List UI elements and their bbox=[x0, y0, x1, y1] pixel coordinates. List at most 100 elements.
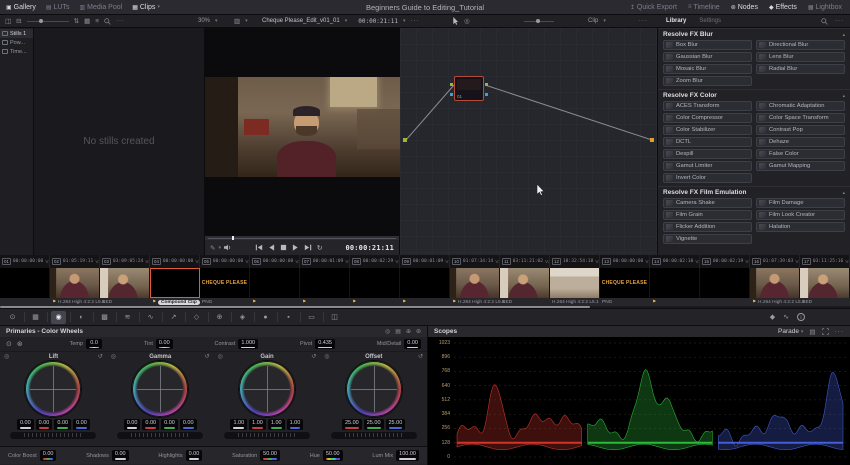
library-more-icon[interactable]: ··· bbox=[835, 15, 844, 27]
adjustment-value[interactable]: 1.000 bbox=[238, 338, 259, 350]
fx-item-invert-color[interactable]: Invert Color bbox=[663, 173, 752, 183]
fx-item-color-space-transform[interactable]: Color Space Transform bbox=[756, 113, 845, 123]
timeline-clip-15[interactable] bbox=[700, 268, 750, 298]
fx-item-box-blur[interactable]: Box Blur bbox=[663, 40, 752, 50]
adjustment-value[interactable]: 0.00 bbox=[404, 338, 421, 350]
viewer-timecode[interactable]: 00:00:21:11 bbox=[358, 18, 398, 25]
collapse-icon[interactable]: ▴ bbox=[843, 93, 845, 99]
fx-item-color-stabilizer[interactable]: Color Stabilizer bbox=[663, 125, 752, 135]
list-view-icon[interactable]: ≡ bbox=[95, 18, 99, 25]
auto-balance-icon[interactable]: ⊛ bbox=[17, 340, 23, 348]
album-stills-1[interactable]: Stills 1 bbox=[0, 29, 33, 38]
fx-item-despill[interactable]: Despill bbox=[663, 149, 752, 159]
search-icon[interactable] bbox=[104, 17, 111, 25]
wheel-value[interactable]: 0.00 bbox=[179, 419, 197, 430]
key-icon[interactable]: ▪ bbox=[281, 311, 296, 324]
still-size-slider[interactable] bbox=[26, 19, 69, 23]
jump-end-icon[interactable] bbox=[304, 244, 312, 251]
chevron-down-icon[interactable]: ▾ bbox=[345, 18, 348, 24]
adjustment-value[interactable]: 50.00 bbox=[260, 450, 280, 461]
album-time[interactable]: Time... bbox=[0, 47, 33, 56]
node-output-rgb-dot[interactable] bbox=[485, 83, 488, 86]
timeline-clip-11[interactable] bbox=[500, 268, 550, 298]
lift-master-wheel[interactable] bbox=[10, 431, 97, 439]
fx-item-film-look-creator[interactable]: Film Look Creator bbox=[756, 210, 845, 220]
keyframes-icon[interactable]: ◆ bbox=[770, 313, 775, 321]
sizing-icon[interactable]: ▭ bbox=[304, 311, 319, 324]
chevron-down-icon[interactable]: ▾ bbox=[218, 245, 221, 251]
panel-button-lightbox[interactable]: ▦ Lightbox bbox=[808, 4, 842, 11]
step-back-icon[interactable] bbox=[268, 244, 275, 251]
grid-view-icon[interactable]: ▦ bbox=[84, 17, 90, 25]
page-button-clips[interactable]: ▦ Clips ▾ bbox=[132, 4, 160, 11]
wheel-value[interactable]: 0.00 bbox=[142, 419, 160, 430]
rgb-mixer-icon[interactable]: ▩ bbox=[97, 311, 112, 324]
page-button-media-pool[interactable]: ▥ Media Pool bbox=[79, 4, 122, 11]
collapse-icon[interactable]: ▴ bbox=[843, 190, 845, 196]
motion-effects-icon[interactable]: ≋ bbox=[120, 311, 135, 324]
node-input-key-dot[interactable] bbox=[450, 93, 453, 96]
gallery-zoom[interactable]: 30% ▾ bbox=[198, 15, 218, 27]
timeline-clip-04[interactable] bbox=[150, 268, 200, 298]
node-input-rgb-dot[interactable] bbox=[450, 83, 453, 86]
viewer-panel[interactable] bbox=[205, 28, 400, 236]
power-windows-icon[interactable]: ◇ bbox=[189, 311, 204, 324]
corrector-node-01[interactable]: 01 bbox=[454, 76, 484, 101]
stereo-3d-icon[interactable]: ◫ bbox=[327, 311, 342, 324]
chevron-down-icon[interactable]: ▾ bbox=[403, 18, 406, 24]
page-button-luts[interactable]: ▤ LUTs bbox=[46, 4, 70, 11]
scope-more-icon[interactable]: ··· bbox=[835, 328, 845, 335]
wheel-value[interactable]: 0.00 bbox=[16, 419, 34, 430]
stop-icon[interactable] bbox=[280, 244, 287, 251]
adjustment-value[interactable]: 100.00 bbox=[396, 450, 419, 461]
tab-library[interactable]: Library bbox=[666, 18, 686, 24]
fx-item-lens-blur[interactable]: Lens Blur bbox=[756, 52, 845, 62]
wheel-value[interactable]: 1.00 bbox=[230, 419, 248, 430]
viewer-clip-name[interactable]: Cheque Please_Edit_v01_01 bbox=[262, 18, 340, 24]
fx-item-contrast-pop[interactable]: Contrast Pop bbox=[756, 125, 845, 135]
adjustment-value[interactable]: 0.435 bbox=[315, 338, 335, 350]
node-view-dropdown[interactable]: Clip ▾ ··· bbox=[588, 15, 648, 27]
fx-item-film-grain[interactable]: Film Grain bbox=[663, 210, 752, 220]
color-match-icon[interactable]: ▦ bbox=[28, 311, 43, 324]
gain-master-wheel[interactable] bbox=[223, 431, 310, 439]
magic-mask-icon[interactable]: ◈ bbox=[235, 311, 250, 324]
fx-item-gamut-limiter[interactable]: Gamut Limiter bbox=[663, 161, 752, 171]
panel-toggle-icon[interactable]: ◫ bbox=[5, 17, 11, 25]
wheel-value[interactable]: 1.00 bbox=[249, 419, 266, 430]
thumb-size-dropdown[interactable]: ▨ ▾ bbox=[234, 15, 248, 27]
album-pow[interactable]: Pow... bbox=[0, 38, 33, 47]
fx-item-mosaic-blur[interactable]: Mosaic Blur bbox=[663, 64, 752, 74]
play-icon[interactable] bbox=[292, 244, 299, 251]
scopes-icon[interactable]: ∿ bbox=[783, 313, 789, 321]
fx-item-color-compressor[interactable]: Color Compressor bbox=[663, 113, 752, 123]
speaker-icon[interactable] bbox=[223, 244, 232, 251]
jump-start-icon[interactable] bbox=[255, 244, 263, 251]
timeline-clip-08[interactable] bbox=[350, 268, 400, 298]
gamma-color-wheel[interactable] bbox=[132, 361, 189, 417]
wheel-target-icon[interactable]: ◎ bbox=[218, 353, 223, 360]
loop-icon[interactable]: ↻ bbox=[317, 244, 323, 252]
fx-item-aces-transform[interactable]: ACES Transform bbox=[663, 101, 752, 111]
reset-icon[interactable]: ↺ bbox=[311, 353, 316, 360]
scope-mode-dropdown[interactable]: Parade ▾ bbox=[778, 328, 803, 335]
timeline-clip-05[interactable]: CHEQUE PLEASE bbox=[200, 268, 250, 298]
gallery-more-icon[interactable]: ··· bbox=[116, 18, 125, 24]
wheel-target-icon[interactable]: ◎ bbox=[4, 353, 9, 360]
adjustment-value[interactable]: 0.0 bbox=[86, 338, 103, 350]
wheel-target-icon[interactable]: ◎ bbox=[324, 353, 329, 360]
hdr-wheels-icon[interactable]: ◐ bbox=[74, 311, 89, 324]
wheel-value[interactable]: 25.00 bbox=[385, 419, 406, 430]
gain-color-wheel[interactable] bbox=[238, 361, 295, 417]
wheel-value[interactable]: 1.00 bbox=[267, 419, 285, 430]
curves-icon[interactable]: ∿ bbox=[143, 311, 158, 324]
offset-color-wheel[interactable] bbox=[345, 361, 402, 417]
gamma-master-wheel[interactable] bbox=[117, 431, 204, 439]
wheel-value[interactable]: 0.00 bbox=[161, 419, 178, 430]
timeline-clip-01[interactable] bbox=[0, 268, 50, 298]
reset-icon[interactable]: ↺ bbox=[418, 353, 423, 360]
pointer-icon[interactable] bbox=[452, 17, 459, 25]
fx-item-gamut-mapping[interactable]: Gamut Mapping bbox=[756, 161, 845, 171]
adjustment-value[interactable]: 0.00 bbox=[155, 338, 173, 350]
fx-item-camera-shake[interactable]: Camera Shake bbox=[663, 198, 752, 208]
